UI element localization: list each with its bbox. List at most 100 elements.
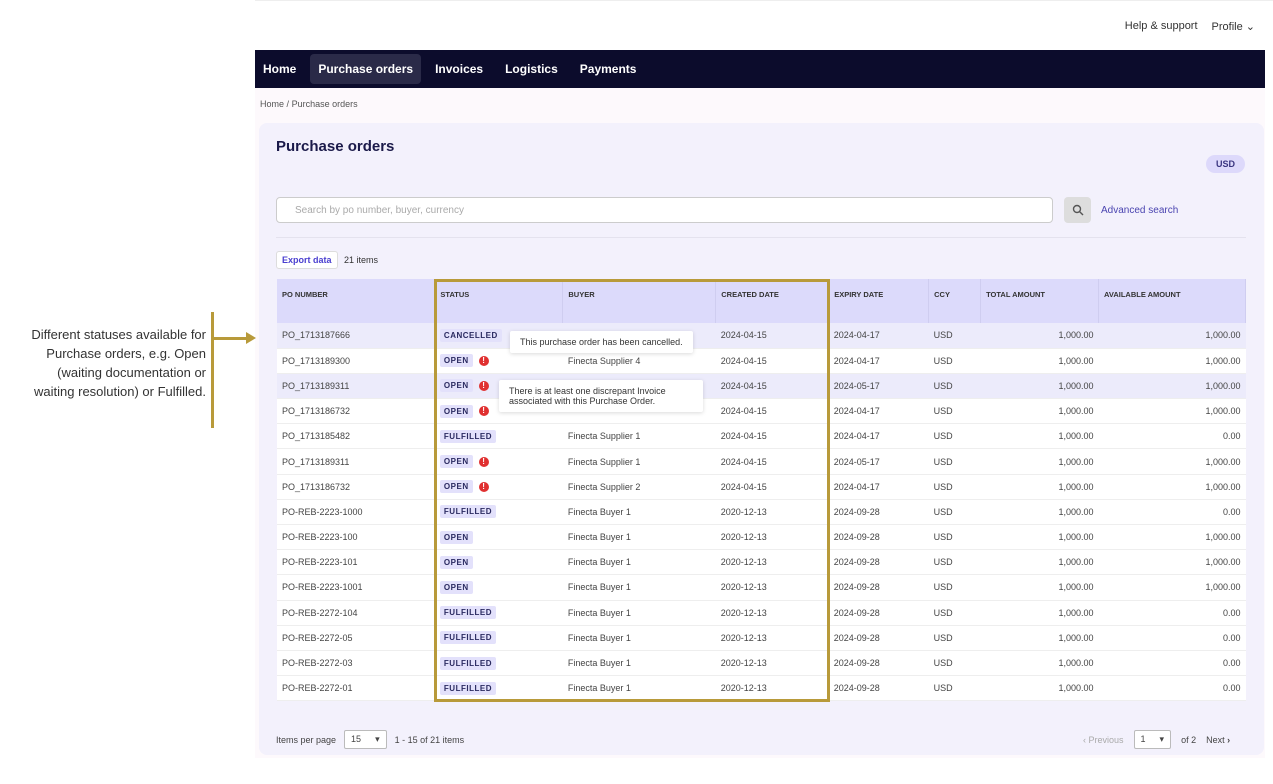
item-range: 1 - 15 of 21 items — [394, 734, 465, 745]
advanced-search-link[interactable]: Advanced search — [1101, 205, 1178, 216]
page-title: Purchase orders — [276, 138, 395, 155]
currency-badge[interactable]: USD — [1206, 155, 1246, 173]
currency-cell: USD — [928, 675, 981, 702]
table-row[interactable]: PO-REB-2272-03 FULFILLED Finecta Buyer 1 20… — [277, 650, 1246, 677]
available-amount-cell: 0.00 — [1098, 650, 1246, 677]
currency-cell: USD — [928, 323, 981, 349]
next-button[interactable]: Next › — [1206, 735, 1230, 745]
created-date-cell: 2020-12-13 — [715, 675, 829, 702]
table-row[interactable]: PO_1713189311 OPEN! Finecta Supplier 1 2024… — [277, 448, 1246, 475]
item-count: 21 items — [344, 255, 379, 265]
total-amount-cell: 1,000.00 — [980, 398, 1099, 425]
table-row[interactable]: PO_1713186732 OPEN! 2024-04-15 2024-04-17 US… — [277, 398, 1246, 425]
warning-icon[interactable]: ! — [478, 481, 489, 492]
created-date-cell: 2020-12-13 — [715, 625, 829, 651]
po-number-cell: PO-REB-2272-03 — [277, 650, 435, 677]
po-number-cell: PO_1713185482 — [277, 423, 435, 450]
status-badge: FULFILLED — [439, 681, 496, 695]
search-button[interactable] — [1064, 197, 1091, 223]
warning-icon[interactable]: ! — [478, 355, 489, 366]
previous-button[interactable]: ‹ Previous — [1083, 735, 1124, 745]
currency-cell: USD — [928, 423, 981, 450]
items-per-page-select[interactable]: 15 ▾ — [344, 730, 387, 749]
table-row[interactable]: PO-REB-2272-104 FULFILLED Finecta Buyer 12… — [277, 600, 1246, 626]
po-number-cell: PO-REB-2272-05 — [277, 625, 435, 651]
column-header[interactable]: STATUS — [434, 279, 564, 323]
export-data-button[interactable]: Export data — [276, 251, 338, 269]
table-row[interactable]: PO-REB-2272-05 FULFILLED Finecta Buyer 1 20… — [277, 625, 1246, 651]
search-input[interactable]: Search by po number, buyer, currency — [276, 197, 1053, 223]
table-row[interactable]: PO-REB-2223-1000 FULFILLED Finecta Buyer 1… — [277, 499, 1246, 526]
po-number-cell: PO-REB-2272-104 — [277, 600, 435, 626]
status-cell: FULFILLED — [434, 499, 563, 526]
status-badge: FULFILLED — [439, 606, 496, 620]
status-cell: OPEN — [434, 574, 563, 601]
total-amount-cell: 1,000.00 — [980, 348, 1099, 374]
total-amount-cell: 1,000.00 — [980, 600, 1099, 626]
status-cell: FULFILLED — [434, 600, 563, 626]
column-header[interactable]: AVAILABLE AMOUNT — [1098, 279, 1246, 323]
column-header[interactable]: TOTAL AMOUNT — [980, 279, 1100, 323]
breadcrumb-separator: / — [286, 99, 290, 109]
previous-label: Previous — [1088, 734, 1124, 745]
profile-menu[interactable]: Profile ⌄ — [1212, 20, 1255, 33]
status-badge: FULFILLED — [439, 631, 496, 645]
status-cell: OPEN! — [434, 448, 563, 475]
table-row[interactable]: PO_1713187666 CANCELLED 2024-04-15 2024-04-… — [277, 323, 1246, 349]
status-badge: OPEN — [439, 530, 473, 544]
breadcrumb-home[interactable]: Home — [260, 99, 284, 109]
column-header[interactable]: PO NUMBER — [277, 279, 436, 323]
table-row[interactable]: PO-REB-2223-1001 OPEN Finecta Buyer 1 2020-… — [277, 574, 1246, 601]
help-support-link[interactable]: Help & support — [1125, 20, 1198, 33]
column-header[interactable]: EXPIRY DATE — [828, 279, 930, 323]
warning-icon[interactable]: ! — [478, 406, 489, 417]
table-row[interactable]: PO_1713189300 OPEN! Finecta Supplier 4 2024… — [277, 348, 1246, 374]
status-cell: OPEN — [434, 549, 563, 576]
created-date-cell: 2024-04-15 — [715, 323, 829, 349]
column-header[interactable]: BUYER — [562, 279, 717, 323]
po-number-cell: PO_1713187666 — [277, 323, 435, 349]
buyer-cell: Finecta Supplier 2 — [562, 474, 716, 500]
po-number-cell: PO_1713186732 — [277, 398, 435, 425]
page-select[interactable]: 1 ▾ — [1133, 730, 1172, 749]
status-cell: FULFILLED — [434, 625, 563, 651]
column-header[interactable]: CCY — [928, 279, 982, 323]
created-date-cell: 2020-12-13 — [715, 524, 829, 551]
total-amount-cell: 1,000.00 — [980, 323, 1099, 349]
table-row[interactable]: PO-REB-2223-101 OPEN Finecta Buyer 1 2020-1… — [277, 549, 1246, 576]
column-header[interactable]: CREATED DATE — [715, 279, 830, 323]
currency-cell: USD — [928, 625, 981, 651]
expiry-date-cell: 2024-09-28 — [828, 650, 929, 677]
nav-logistics[interactable]: Logistics — [497, 54, 566, 84]
arrowhead-icon — [246, 332, 256, 344]
page-total: of 2 — [1181, 734, 1197, 745]
table-row[interactable]: PO-REB-2223-100 OPEN Finecta Buyer 1 2020-1… — [277, 524, 1246, 551]
main-nav: Home Purchase orders Invoices Logistics … — [255, 50, 1265, 88]
expiry-date-cell: 2024-05-17 — [828, 448, 929, 475]
nav-invoices[interactable]: Invoices — [427, 54, 491, 84]
status-badge: CANCELLED — [439, 328, 502, 342]
warning-icon[interactable]: ! — [478, 456, 489, 467]
warning-icon[interactable]: ! — [478, 381, 489, 392]
buyer-cell: Finecta Buyer 1 — [562, 675, 716, 702]
nav-purchase-orders[interactable]: Purchase orders — [310, 54, 422, 84]
created-date-cell: 2020-12-13 — [715, 650, 829, 677]
next-label: Next — [1206, 734, 1225, 745]
nav-payments[interactable]: Payments — [572, 54, 645, 84]
status-badge: OPEN — [439, 379, 473, 393]
table-row[interactable]: PO-REB-2272-01 FULFILLED Finecta Buyer 1 20… — [277, 675, 1246, 702]
profile-label: Profile — [1211, 21, 1243, 33]
buyer-cell: Finecta Supplier 1 — [562, 448, 716, 475]
available-amount-cell: 1,000.00 — [1098, 323, 1246, 349]
table-row[interactable]: PO_1713185482 FULFILLED Finecta Supplier 1… — [277, 423, 1246, 450]
currency-cell: USD — [928, 600, 981, 626]
table-row[interactable]: PO_1713186732 OPEN! Finecta Supplier 2 2024… — [277, 474, 1246, 500]
status-cell: OPEN! — [434, 474, 563, 500]
divider — [276, 237, 1246, 238]
po-number-cell: PO-REB-2223-100 — [277, 524, 435, 551]
buyer-cell: Finecta Buyer 1 — [562, 650, 716, 677]
table-row[interactable]: PO_1713189311 OPEN! 2024-04-15 2024-05-17 US… — [277, 373, 1246, 400]
po-number-cell: PO-REB-2223-101 — [277, 549, 435, 576]
nav-home[interactable]: Home — [255, 54, 304, 84]
available-amount-cell: 0.00 — [1098, 600, 1246, 626]
